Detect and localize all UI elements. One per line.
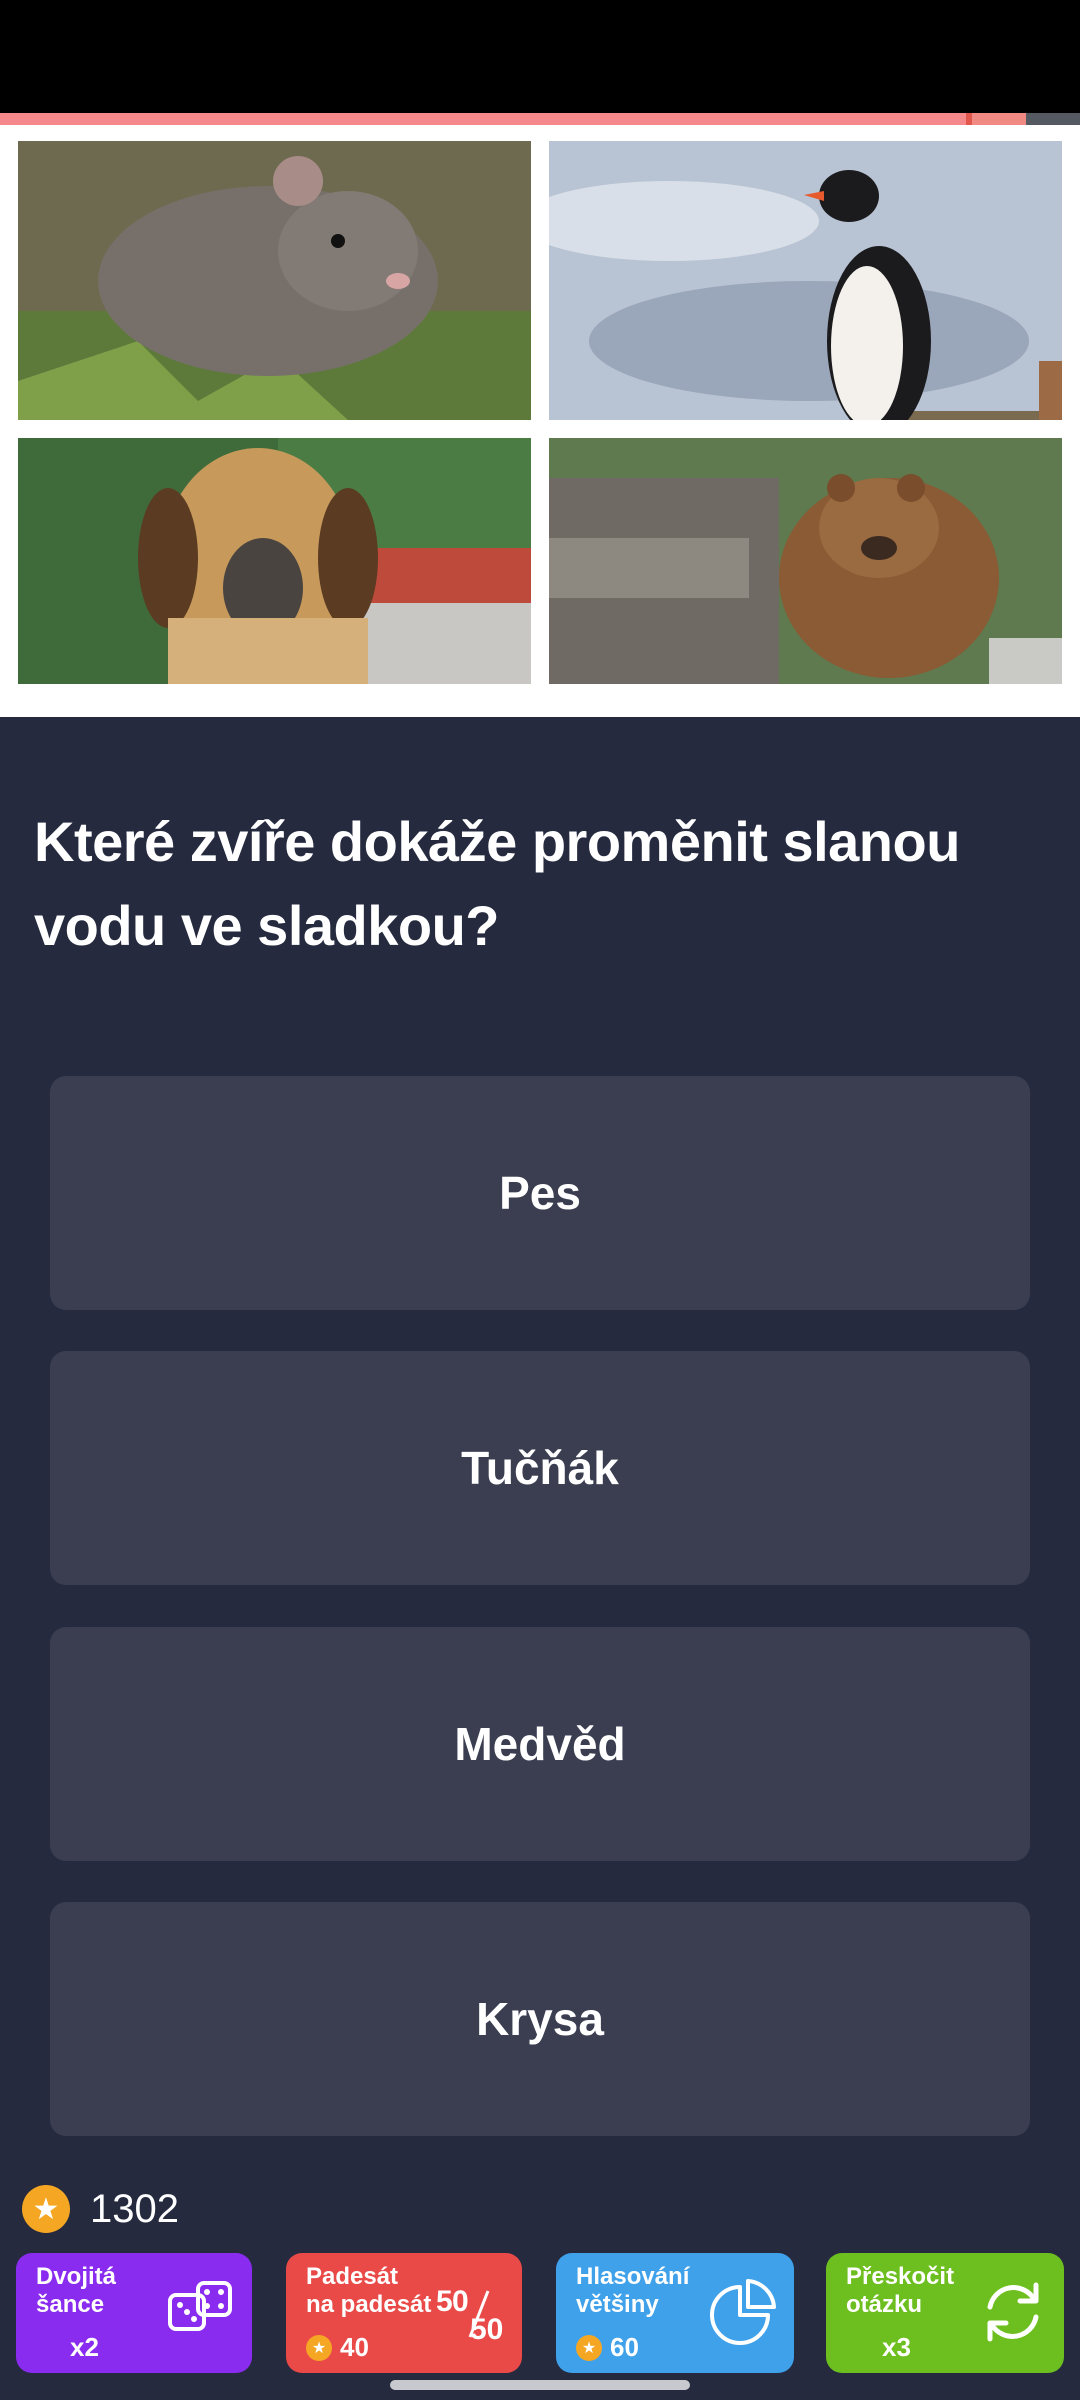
answer-option-1[interactable]: Pes [50,1076,1030,1310]
star-coin-icon: ★ [576,2334,602,2361]
svg-text:50: 50 [470,2313,503,2346]
penguin-photo [549,141,1062,420]
dog-photo [18,438,531,684]
rat-photo [18,141,531,420]
powerup-cost: ★ 40 [306,2332,369,2363]
powerup-cost-value: 40 [340,2332,369,2362]
question-progress-fill [0,113,967,125]
bear-photo [549,438,1062,684]
powerup-label: Dvojitá šance [36,2263,117,2318]
powerup-cost: ★ 60 [576,2332,639,2363]
powerup-count: x2 [70,2332,99,2362]
fifty-fifty-button[interactable]: Padesát na padesát ★ 40 5 0 50 [286,2253,522,2373]
svg-text:5: 5 [436,2285,453,2318]
home-indicator[interactable] [390,2380,690,2390]
question-progress-bar [0,113,1080,125]
answer-option-3[interactable]: Medvěd [50,1627,1030,1861]
status-bar [0,0,1080,113]
dice-icon [168,2281,232,2331]
answer-option-4[interactable]: Krysa [50,1902,1030,2136]
svg-text:0: 0 [452,2285,469,2318]
coin-balance: ★ 1302 [22,2184,179,2234]
star-coin-icon: ★ [22,2185,70,2233]
question-image-collage [0,125,1080,717]
refresh-icon [987,2282,1039,2342]
skip-question-button[interactable]: Přeskočit otázku x3 [826,2253,1064,2373]
pie-chart-icon [710,2279,776,2345]
progress-remaining [1026,113,1080,125]
powerup-cost-value: 60 [610,2332,639,2362]
star-coin-icon: ★ [306,2334,332,2361]
question-text: Které zvíře dokáže proměnit slanou vodu … [34,810,960,957]
powerup-label: Padesát na padesát [306,2263,432,2318]
powerup-count: x3 [882,2332,911,2362]
powerup-label: Hlasování většiny [576,2263,690,2318]
majority-vote-button[interactable]: Hlasování většiny ★ 60 [556,2253,794,2373]
answer-option-2[interactable]: Tučňák [50,1351,1030,1585]
double-chance-button[interactable]: Dvojitá šance x2 [16,2253,252,2373]
coin-count: 1302 [90,2186,179,2231]
progress-marker [966,113,972,125]
fifty-fifty-icon: 5 0 50 [436,2285,503,2346]
powerup-label: Přeskočit otázku [846,2263,955,2318]
